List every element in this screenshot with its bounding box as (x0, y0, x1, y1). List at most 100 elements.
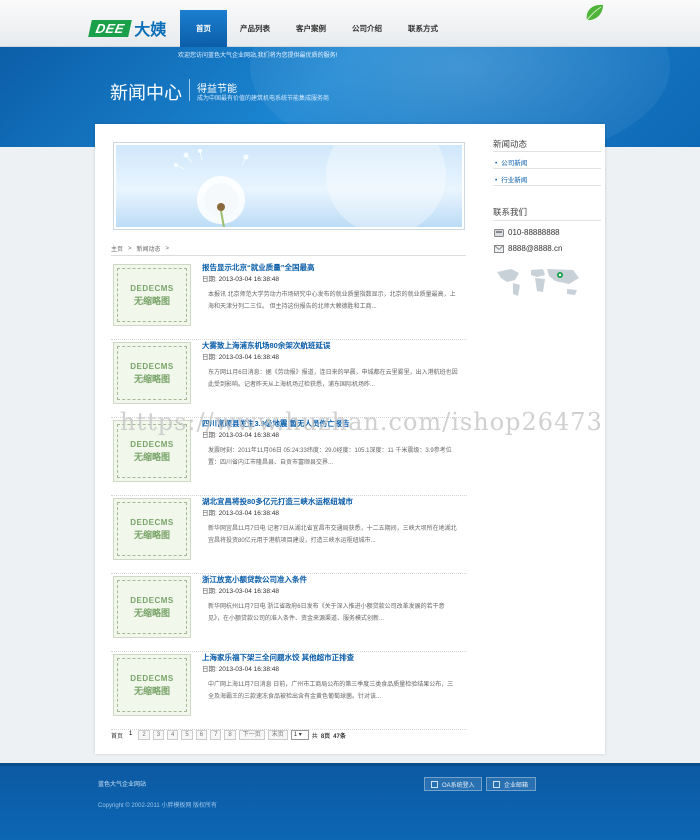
breadcrumb-home[interactable]: 主页 (111, 244, 123, 253)
news-title[interactable]: 湖北宜昌将投80多亿元打造三峡水运枢纽城市 (202, 496, 353, 507)
breadcrumb: 主页 > 新闻动态 > (111, 244, 170, 254)
news-thumbnail[interactable]: DEDECMS 无缩略图 (113, 498, 191, 560)
pager-page[interactable]: 2 (138, 730, 150, 740)
divider (493, 151, 601, 152)
date-label: 日期: (202, 666, 217, 673)
leaf-icon (586, 4, 603, 21)
sidebar-link-industry-news[interactable]: 行业新闻 (495, 174, 527, 184)
news-title[interactable]: 上海家乐福下架三全问题水饺 其他超市正排查 (202, 652, 354, 663)
pager-next[interactable]: 下一页 (238, 730, 265, 740)
thumbnail-placeholder-line1: DEDECMS (130, 283, 174, 293)
thumbnail-placeholder-line2: 无缩略图 (133, 607, 170, 618)
news-summary: 新华网宜昌11月7日电 记者7日从湖北省宜昌市交通局获悉，十二五期间，三峡大坝所… (208, 526, 457, 544)
news-date: 日期: 2013-03-04 16:38:48 (202, 351, 279, 361)
news-title[interactable]: 大雾致上海浦东机场80余架次航班延误 (202, 340, 330, 351)
date-value: 2013-03-04 16:38:48 (218, 276, 279, 283)
news-date: 日期: 2013-03-04 16:38:48 (202, 585, 279, 595)
title-divider (189, 79, 190, 101)
news-summary: 东方网11月6日消息：据《劳动报》报道，连日来的早晨，申城都在云里雾里，出入港航… (208, 370, 458, 388)
news-list: DEDECMS 无缩略图 报告显示北京“就业质量”全国最高 日期: 2013-03… (111, 262, 467, 730)
mail-icon (493, 780, 500, 788)
thumbnail-placeholder-line2: 无缩略图 (133, 451, 170, 462)
dandelion-image (116, 145, 462, 227)
nav-contact[interactable]: 联系方式 (395, 10, 451, 47)
news-title[interactable]: 报告显示北京“就业质量”全国最高 (202, 262, 315, 273)
pager-page[interactable]: 6 (195, 730, 208, 740)
thumbnail-placeholder-line2: 无缩略图 (133, 295, 170, 306)
sidebar-contact-heading: 联系我们 (493, 207, 528, 217)
pager-total-records: 47条 (333, 733, 346, 740)
nav-cases[interactable]: 客户案例 (283, 10, 339, 47)
date-value: 2013-03-04 16:38:48 (218, 588, 279, 595)
pager-page[interactable]: 8 (224, 730, 236, 740)
phone-number: 010-88888888 (508, 228, 560, 237)
news-date: 日期: 2013-03-04 16:38:48 (202, 273, 279, 283)
logo-text: 大姨 (134, 20, 167, 39)
nav-products[interactable]: 产品列表 (227, 10, 283, 47)
sidebar-news-heading: 新闻动态 (493, 139, 528, 149)
logo-mark: DEE (88, 19, 133, 37)
thumbnail-placeholder-line2: 无缩略图 (133, 685, 170, 696)
news-summary: 中广网上海11月7日消息 日前，广州市工商局公布的第三季度三类食品质量检验结果公… (208, 682, 454, 700)
news-item: DEDECMS 无缩略图 湖北宜昌将投80多亿元打造三峡水运枢纽城市 日期: 20… (111, 496, 467, 574)
divider (493, 220, 601, 221)
thumbnail-placeholder-line1: DEDECMS (130, 439, 174, 449)
chevron-right-icon: > (128, 245, 132, 252)
news-thumbnail[interactable]: DEDECMS 无缩略图 (113, 654, 191, 716)
divider (493, 168, 601, 169)
mail-icon (494, 244, 504, 253)
watermark: https://www.huzhan.com/ishop26473 (120, 408, 603, 436)
top-bar: DEE 大姨 首页 产品列表 客户案例 公司介绍 联系方式 (0, 0, 700, 47)
pager-last[interactable]: 末页 (267, 730, 288, 740)
news-thumbnail[interactable]: DEDECMS 无缩略图 (113, 576, 191, 638)
news-title[interactable]: 浙江放宽小额贷款公司准入条件 (202, 574, 307, 585)
nav-about[interactable]: 公司介绍 (339, 10, 395, 47)
breadcrumb-news[interactable]: 新闻动态 (137, 244, 161, 253)
news-summary: 本报讯 北京师范大学劳动力市场研究中心发布的就业质量指数显示，北京的就业质量最高… (208, 292, 456, 310)
enterprise-mail-button[interactable]: 企业邮箱 (486, 777, 536, 791)
contact-phone: 010-88888888 (494, 228, 560, 237)
news-item: DEDECMS 无缩略图 浙江放宽小额贷款公司准入条件 日期: 2013-03-0… (111, 574, 467, 652)
news-item: DEDECMS 无缩略图 大雾致上海浦东机场80余架次航班延误 日期: 2013-… (111, 340, 467, 418)
email-address[interactable]: 8888@8888.cn (508, 244, 562, 253)
phone-icon (494, 228, 504, 237)
pager-summary-prefix: 共 (311, 733, 318, 740)
news-summary: 新华网杭州11月7日电 浙江省政府6日发布《关于深入推进小额贷款公司改革发展的若… (208, 604, 445, 622)
news-summary: 发震时刻：2011年11月06日 05:24:33纬度：29.0经度：105.1… (208, 448, 452, 466)
page-select-value: 1 (293, 732, 298, 738)
dandelion-illustration (174, 145, 446, 227)
oa-login-button[interactable]: OA系统登入 (424, 777, 482, 791)
thumbnail-placeholder-line1: DEDECMS (130, 595, 174, 605)
pager-page[interactable]: 4 (167, 730, 179, 740)
news-thumbnail[interactable]: DEDECMS 无缩略图 (113, 264, 191, 326)
oa-login-label: OA系统登入 (442, 782, 475, 789)
page-select[interactable]: 1 ▾ (290, 730, 309, 740)
date-label: 日期: (202, 588, 217, 595)
content-panel: 主页 > 新闻动态 > DEDECMS 无缩略图 报告显示北京“就业质量”全国最高… (95, 124, 605, 754)
pager-page[interactable]: 3 (152, 730, 165, 740)
divider (111, 255, 466, 256)
hero-image (113, 142, 465, 230)
date-value: 2013-03-04 16:38:48 (218, 666, 279, 673)
news-item: DEDECMS 无缩略图 报告显示北京“就业质量”全国最高 日期: 2013-03… (111, 262, 467, 340)
pagination: 首页 1 2 3 4 5 6 7 8 下一页 末页 1 ▾ 共 8页 47条 (111, 730, 346, 740)
news-thumbnail[interactable]: DEDECMS 无缩略图 (113, 342, 191, 404)
sidebar-link-company-news[interactable]: 公司新闻 (495, 157, 527, 167)
divider (493, 185, 601, 186)
footer-copyright: Copyright © 2002-2011 小胖模板网 版权所有 (98, 803, 218, 809)
pager-page-current: 1 (129, 731, 133, 737)
thumbnail-placeholder-line1: DEDECMS (130, 361, 174, 371)
footer-site-name: 蓝色大气企业网站 (98, 782, 147, 788)
date-value: 2013-03-04 16:38:48 (218, 354, 279, 361)
news-item: DEDECMS 无缩略图 上海家乐福下架三全问题水饺 其他超市正排查 日期: 20… (111, 652, 467, 730)
chevron-right-icon: > (165, 245, 170, 252)
thumbnail-placeholder-line2: 无缩略图 (133, 373, 170, 384)
pager-page[interactable]: 7 (210, 730, 222, 740)
pager-page[interactable]: 5 (181, 730, 193, 740)
page-title: 新闻中心 (110, 83, 182, 104)
pager-first[interactable]: 首页 (111, 731, 123, 740)
nav-home[interactable]: 首页 (180, 10, 227, 47)
date-label: 日期: (202, 354, 217, 361)
welcome-text: 欢迎您访问蓝色大气企业网站,我们将为您提供最优质的服务! (178, 53, 338, 59)
site-logo[interactable]: DEE 大姨 (88, 18, 167, 39)
